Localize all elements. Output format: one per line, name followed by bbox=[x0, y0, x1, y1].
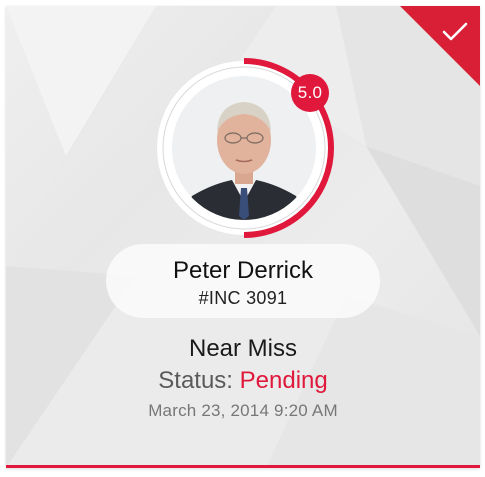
rating-badge: 5.0 bbox=[291, 74, 329, 112]
bottom-accent-rule bbox=[6, 465, 480, 468]
incident-type: Near Miss bbox=[188, 335, 297, 362]
approve-corner[interactable] bbox=[400, 6, 480, 86]
checkmark-icon[interactable] bbox=[442, 22, 468, 42]
status-value: Pending bbox=[239, 367, 328, 394]
person-name: Peter Derrick bbox=[172, 257, 314, 284]
incident-timestamp: March 23, 2014 9:20 AM bbox=[148, 401, 338, 420]
incident-card: 5.0 Peter Derrick #INC 3091 Near Miss St… bbox=[6, 6, 480, 468]
incident-id: #INC 3091 bbox=[198, 288, 288, 308]
name-pill: Peter Derrick #INC 3091 bbox=[106, 244, 380, 318]
status-label: Status: bbox=[158, 367, 233, 394]
approve-corner-triangle bbox=[400, 6, 480, 86]
avatar-rating-ring: 5.0 bbox=[154, 58, 334, 238]
status-line: Status: Pending bbox=[6, 366, 480, 396]
